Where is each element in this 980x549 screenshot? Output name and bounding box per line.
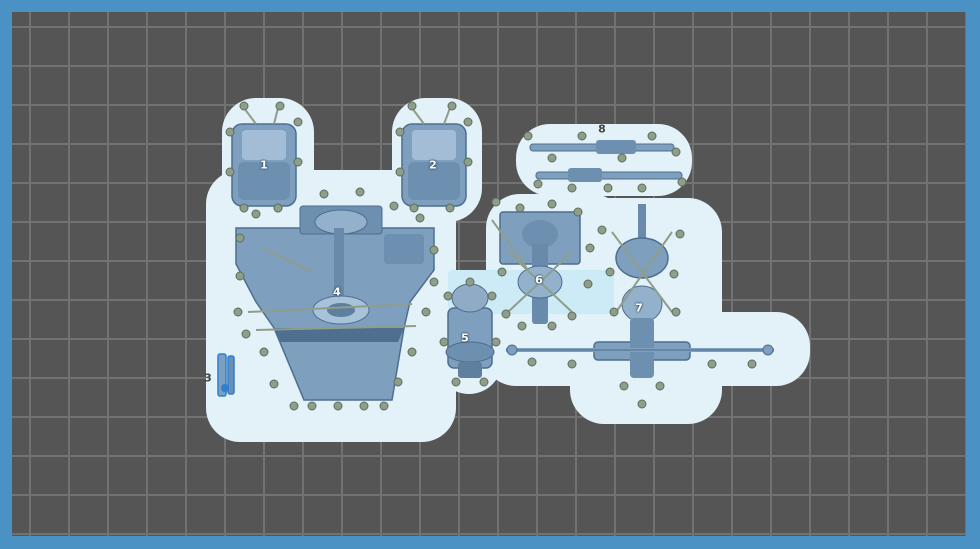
part-2-model[interactable]: [395, 101, 473, 213]
build-plate[interactable]: 1 2 3 4 5 6 7 8: [12, 12, 966, 536]
part-3-model[interactable]: [217, 353, 235, 397]
part-5-model[interactable]: [439, 277, 501, 387]
part-8-model[interactable]: [523, 131, 687, 193]
part-1-model[interactable]: [225, 101, 303, 213]
part-6-model[interactable]: [491, 197, 595, 331]
part-4-model[interactable]: [233, 187, 439, 411]
model-parts-layer: [217, 101, 774, 411]
build-plate-frame: 1 2 3 4 5 6 7 8: [0, 0, 980, 549]
